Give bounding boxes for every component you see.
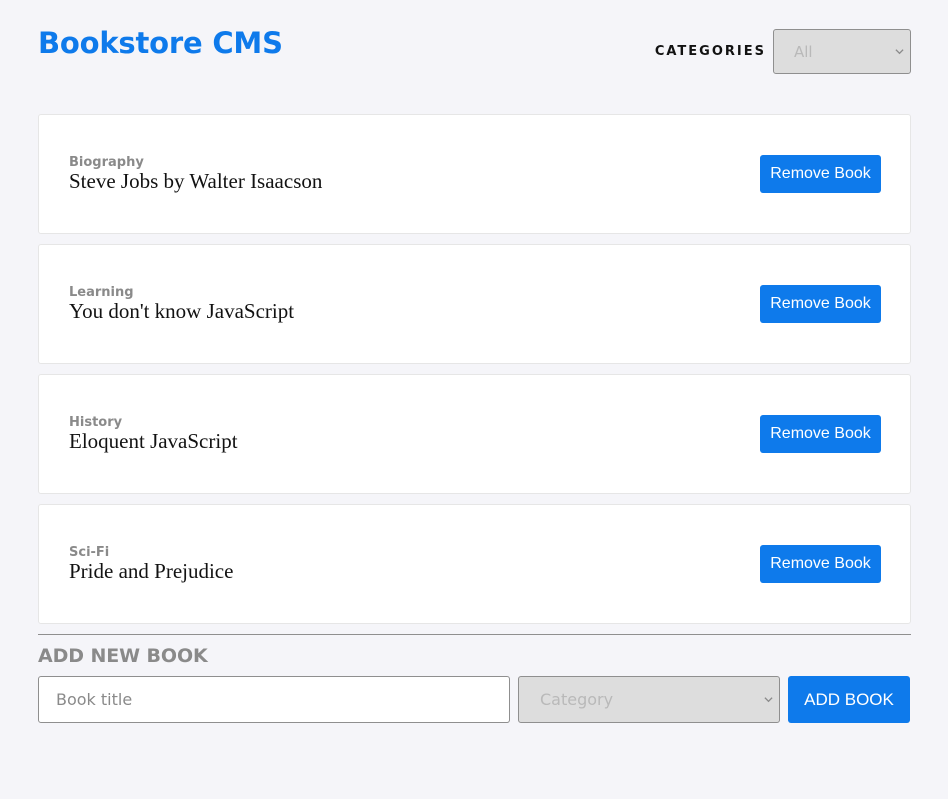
add-book-heading: ADD NEW BOOK xyxy=(38,645,208,667)
chevron-down-icon xyxy=(895,49,904,55)
book-category: Biography xyxy=(69,155,144,170)
book-category: History xyxy=(69,415,123,430)
book-category: Learning xyxy=(69,285,134,300)
book-title: Eloquent JavaScript xyxy=(69,429,238,453)
category-filter-value: All xyxy=(794,42,813,61)
book-title-input[interactable] xyxy=(38,676,510,723)
category-select-value: Category xyxy=(540,690,614,709)
book-title: Steve Jobs by Walter Isaacson xyxy=(69,169,323,193)
book-card: Biography Steve Jobs by Walter Isaacson … xyxy=(38,114,911,234)
remove-book-button[interactable]: Remove Book xyxy=(760,285,881,323)
page-title: Bookstore CMS xyxy=(38,26,283,60)
book-title: Pride and Prejudice xyxy=(69,559,234,583)
app: Bookstore CMS CATEGORIES All Biography S… xyxy=(38,0,911,723)
add-book-button[interactable]: ADD BOOK xyxy=(788,676,910,723)
remove-book-button[interactable]: Remove Book xyxy=(760,415,881,453)
category-filter-label: CATEGORIES xyxy=(654,44,766,59)
add-book-form: Category ADD BOOK xyxy=(38,676,911,723)
book-card: History Eloquent JavaScript Remove Book xyxy=(38,374,911,494)
header: Bookstore CMS CATEGORIES All xyxy=(38,0,911,114)
book-card: Learning You don't know JavaScript Remov… xyxy=(38,244,911,364)
book-card: Sci-Fi Pride and Prejudice Remove Book xyxy=(38,504,911,624)
book-title: You don't know JavaScript xyxy=(69,299,295,323)
remove-book-button[interactable]: Remove Book xyxy=(760,545,881,583)
remove-book-button[interactable]: Remove Book xyxy=(760,155,881,193)
book-category: Sci-Fi xyxy=(69,545,110,560)
category-filter-select[interactable]: All xyxy=(773,29,911,74)
divider xyxy=(38,634,911,635)
chevron-down-icon xyxy=(764,697,773,703)
category-select[interactable]: Category xyxy=(518,676,780,723)
category-filter: CATEGORIES All xyxy=(655,29,911,74)
